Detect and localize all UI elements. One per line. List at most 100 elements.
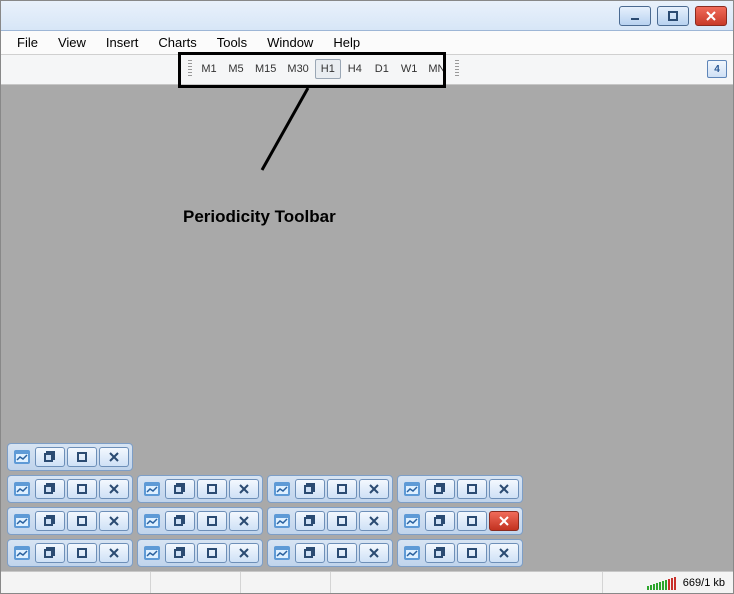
close-button[interactable]: [695, 6, 727, 26]
timeframe-m1[interactable]: M1: [196, 59, 222, 79]
status-cell: [151, 572, 241, 593]
mdi-maximize-button[interactable]: [327, 479, 357, 499]
menu-help[interactable]: Help: [323, 32, 370, 53]
mdi-dock: [7, 439, 727, 567]
menu-tools[interactable]: Tools: [207, 32, 257, 53]
mdi-restore-button[interactable]: [425, 511, 455, 531]
mdi-restore-button[interactable]: [35, 511, 65, 531]
chart-window-icon: [141, 479, 163, 499]
status-bar: 669/1 kb: [1, 571, 733, 593]
toolbar-badge[interactable]: 4: [707, 60, 727, 78]
menu-view[interactable]: View: [48, 32, 96, 53]
mdi-close-button[interactable]: [229, 479, 259, 499]
toolbar-grip-icon[interactable]: [455, 60, 459, 78]
mdi-minimized-window[interactable]: [137, 475, 263, 503]
mdi-maximize-button[interactable]: [327, 511, 357, 531]
mdi-restore-button[interactable]: [35, 447, 65, 467]
mdi-restore-button[interactable]: [295, 543, 325, 563]
toolbar-row: M1 M5 M15 M30 H1 H4 D1 W1 MN 4: [1, 55, 733, 85]
mdi-maximize-button[interactable]: [67, 543, 97, 563]
mdi-close-button[interactable]: [99, 479, 129, 499]
mdi-minimized-window[interactable]: [267, 507, 393, 535]
mdi-close-button[interactable]: [359, 511, 389, 531]
chart-window-icon: [271, 543, 293, 563]
mdi-close-button[interactable]: [359, 479, 389, 499]
mdi-restore-button[interactable]: [35, 479, 65, 499]
mdi-restore-button[interactable]: [165, 479, 195, 499]
mdi-maximize-button[interactable]: [197, 479, 227, 499]
timeframe-h4[interactable]: H4: [342, 59, 368, 79]
chart-window-icon: [11, 479, 33, 499]
timeframe-mn[interactable]: MN: [423, 59, 450, 79]
mdi-minimized-window[interactable]: [267, 539, 393, 567]
mdi-maximize-button[interactable]: [67, 447, 97, 467]
chart-window-icon: [11, 543, 33, 563]
mdi-close-button[interactable]: [489, 511, 519, 531]
mdi-close-button[interactable]: [229, 543, 259, 563]
mdi-close-button[interactable]: [99, 543, 129, 563]
mdi-minimized-window[interactable]: [137, 507, 263, 535]
mdi-restore-button[interactable]: [165, 511, 195, 531]
chart-window-icon: [401, 479, 423, 499]
chart-window-icon: [401, 511, 423, 531]
mdi-maximize-button[interactable]: [197, 511, 227, 531]
mdi-restore-button[interactable]: [425, 543, 455, 563]
mdi-maximize-button[interactable]: [197, 543, 227, 563]
status-cell: [331, 572, 603, 593]
status-cell: [1, 572, 151, 593]
mdi-close-button[interactable]: [359, 543, 389, 563]
mdi-maximize-button[interactable]: [457, 511, 487, 531]
chart-window-icon: [141, 543, 163, 563]
connection-signal-icon: [647, 576, 677, 590]
mdi-minimized-window[interactable]: [7, 443, 133, 471]
mdi-close-button[interactable]: [489, 479, 519, 499]
mdi-maximize-button[interactable]: [67, 479, 97, 499]
mdi-restore-button[interactable]: [425, 479, 455, 499]
mdi-minimized-window[interactable]: [267, 475, 393, 503]
menu-window[interactable]: Window: [257, 32, 323, 53]
mdi-minimized-window[interactable]: [397, 539, 523, 567]
periodicity-toolbar: M1 M5 M15 M30 H1 H4 D1 W1 MN: [186, 57, 465, 81]
maximize-button[interactable]: [657, 6, 689, 26]
mdi-maximize-button[interactable]: [67, 511, 97, 531]
toolbar-grip-icon[interactable]: [188, 60, 192, 78]
mdi-workspace: Periodicity Toolbar: [1, 85, 733, 571]
annotation-label: Periodicity Toolbar: [183, 207, 336, 227]
mdi-row: [7, 475, 727, 503]
mdi-minimized-window[interactable]: [7, 539, 133, 567]
menu-insert[interactable]: Insert: [96, 32, 149, 53]
timeframe-d1[interactable]: D1: [369, 59, 395, 79]
mdi-row: [7, 507, 727, 535]
mdi-maximize-button[interactable]: [457, 543, 487, 563]
chart-window-icon: [141, 511, 163, 531]
mdi-restore-button[interactable]: [295, 479, 325, 499]
mdi-minimized-window[interactable]: [7, 507, 133, 535]
timeframe-h1[interactable]: H1: [315, 59, 341, 79]
mdi-restore-button[interactable]: [35, 543, 65, 563]
minimize-button[interactable]: [619, 6, 651, 26]
menu-file[interactable]: File: [7, 32, 48, 53]
timeframe-m5[interactable]: M5: [223, 59, 249, 79]
menu-charts[interactable]: Charts: [148, 32, 206, 53]
mdi-close-button[interactable]: [229, 511, 259, 531]
timeframe-w1[interactable]: W1: [396, 59, 423, 79]
mdi-minimized-window[interactable]: [7, 475, 133, 503]
status-connection: 669/1 kb: [603, 576, 733, 590]
mdi-maximize-button[interactable]: [327, 543, 357, 563]
mdi-minimized-window[interactable]: [397, 507, 523, 535]
chart-window-icon: [11, 511, 33, 531]
mdi-minimized-window[interactable]: [397, 475, 523, 503]
mdi-minimized-window[interactable]: [137, 539, 263, 567]
mdi-restore-button[interactable]: [165, 543, 195, 563]
status-cell: [241, 572, 331, 593]
status-traffic: 669/1 kb: [683, 577, 725, 589]
timeframe-m15[interactable]: M15: [250, 59, 281, 79]
mdi-restore-button[interactable]: [295, 511, 325, 531]
mdi-close-button[interactable]: [99, 511, 129, 531]
mdi-close-button[interactable]: [99, 447, 129, 467]
mdi-maximize-button[interactable]: [457, 479, 487, 499]
chart-window-icon: [271, 511, 293, 531]
mdi-row: [7, 539, 727, 567]
mdi-close-button[interactable]: [489, 543, 519, 563]
timeframe-m30[interactable]: M30: [282, 59, 313, 79]
